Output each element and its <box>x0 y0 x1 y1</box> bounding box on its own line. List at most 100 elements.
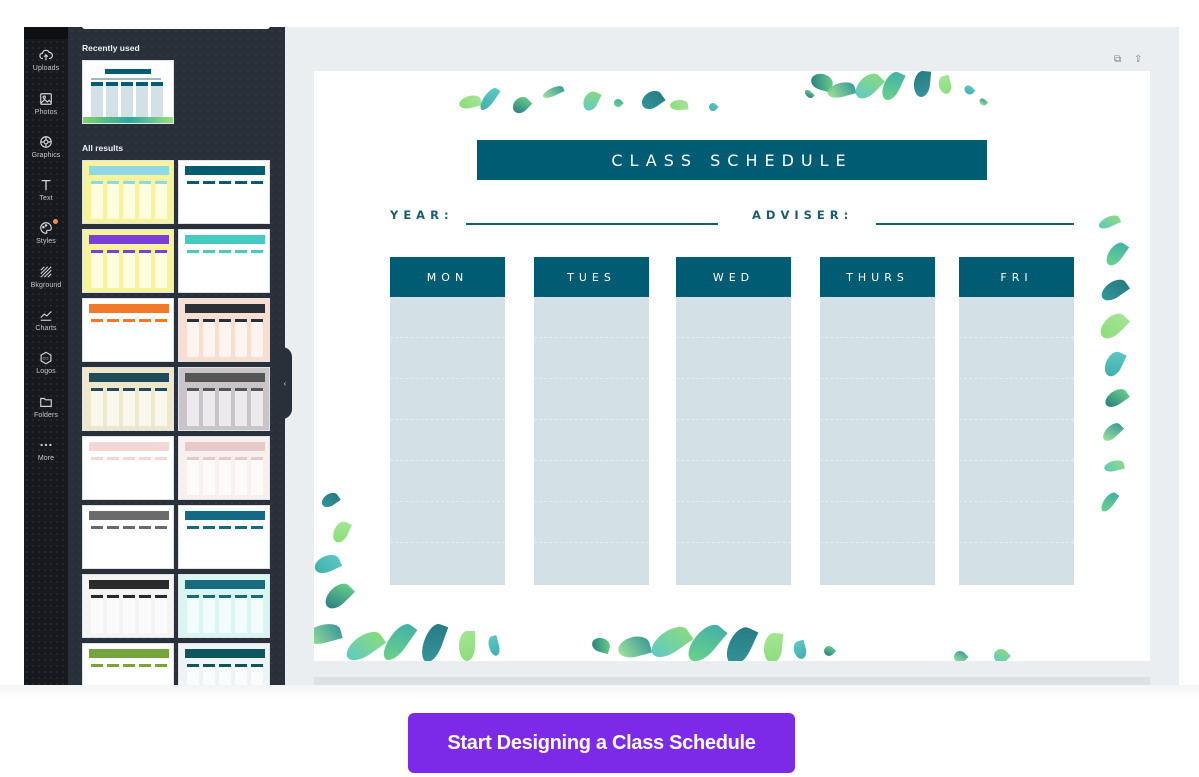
add-page-icon[interactable]: ⇪ <box>1134 54 1142 65</box>
schedule-cell[interactable] <box>390 297 505 338</box>
template-thumb[interactable] <box>82 298 174 362</box>
design-page[interactable]: CLASS SCHEDULE YEAR: ADVISER: MON TUES WED… <box>314 71 1150 661</box>
rail-item-text[interactable]: Text <box>24 176 68 216</box>
schedule-cell[interactable] <box>676 297 791 338</box>
leaf-shape <box>1102 239 1130 269</box>
adviser-field-line[interactable] <box>876 223 1074 225</box>
rail-item-background[interactable]: Bkground <box>24 263 68 303</box>
thumb-column <box>251 457 263 495</box>
schedule-cell[interactable] <box>820 543 935 584</box>
template-thumb[interactable] <box>178 160 270 224</box>
chevron-left-icon: ‹ <box>283 378 287 388</box>
new-badge <box>53 219 58 224</box>
template-thumb[interactable] <box>178 574 270 638</box>
schedule-cell[interactable] <box>534 338 649 379</box>
collapse-panel-button[interactable]: ‹ <box>278 347 292 419</box>
schedule-cell[interactable] <box>820 338 935 379</box>
rail-item-uploads[interactable]: Uploads <box>24 46 68 86</box>
schedule-cell[interactable] <box>534 297 649 338</box>
leaf-shape <box>477 85 501 113</box>
template-thumb[interactable] <box>82 229 174 293</box>
schedule-cell[interactable] <box>534 543 649 584</box>
schedule-cell[interactable] <box>959 461 1074 502</box>
schedule-cell[interactable] <box>820 379 935 420</box>
template-search-input[interactable] <box>82 27 270 29</box>
schedule-cell[interactable] <box>959 297 1074 338</box>
svg-text:CO.: CO. <box>43 356 50 361</box>
thumb-column <box>203 388 215 426</box>
rail-label: Logos <box>36 368 56 375</box>
recent-template-thumb[interactable] <box>82 60 174 124</box>
schedule-cell[interactable] <box>676 543 791 584</box>
template-thumb[interactable] <box>82 367 174 431</box>
schedule-cell[interactable] <box>534 420 649 461</box>
schedule-cell[interactable] <box>959 379 1074 420</box>
schedule-cell[interactable] <box>820 461 935 502</box>
schedule-cell[interactable] <box>534 502 649 543</box>
thumb-column <box>251 319 263 357</box>
template-thumb[interactable] <box>178 229 270 293</box>
thumb-column <box>155 595 167 633</box>
thumb-column <box>251 250 263 288</box>
thumb-column <box>219 457 231 495</box>
schedule-cell[interactable] <box>676 461 791 502</box>
thumb-column <box>91 388 103 426</box>
template-thumb[interactable] <box>82 436 174 500</box>
schedule-cell[interactable] <box>390 461 505 502</box>
schedule-cell[interactable] <box>676 502 791 543</box>
year-field-line[interactable] <box>466 223 718 225</box>
schedule-cell[interactable] <box>820 297 935 338</box>
rail-item-more[interactable]: More <box>24 436 68 476</box>
template-thumb[interactable] <box>82 160 174 224</box>
schedule-cell[interactable] <box>820 420 935 461</box>
shapes-icon <box>40 136 52 148</box>
schedule-cell[interactable] <box>390 502 505 543</box>
template-thumb[interactable] <box>82 505 174 569</box>
template-thumb[interactable] <box>178 298 270 362</box>
schedule-cell[interactable] <box>959 543 1074 584</box>
rail-item-folders[interactable]: Folders <box>24 393 68 433</box>
leaf-shape <box>314 551 343 577</box>
schedule-cell[interactable] <box>390 338 505 379</box>
duplicate-page-icon[interactable]: ⧉ <box>1114 54 1121 65</box>
schedule-cell[interactable] <box>390 543 505 584</box>
thumb-header <box>89 511 169 520</box>
schedule-cell[interactable] <box>959 338 1074 379</box>
day-column-wed: WED <box>676 257 791 587</box>
schedule-cell[interactable] <box>676 420 791 461</box>
template-thumb[interactable] <box>82 574 174 638</box>
schedule-cell[interactable] <box>820 502 935 543</box>
thumb-header <box>185 166 265 175</box>
schedule-cell[interactable] <box>959 420 1074 461</box>
schedule-cell[interactable] <box>959 502 1074 543</box>
template-thumb[interactable] <box>178 505 270 569</box>
adviser-label: ADVISER: <box>752 208 854 222</box>
template-thumb[interactable] <box>178 436 270 500</box>
thumb-column <box>187 181 199 219</box>
thumb-column <box>203 457 215 495</box>
rail-item-logos[interactable]: CO. Logos <box>24 349 68 389</box>
thumb-column <box>91 181 103 219</box>
schedule-cell[interactable] <box>390 420 505 461</box>
schedule-cell[interactable] <box>534 461 649 502</box>
rail-item-photos[interactable]: Photos <box>24 90 68 130</box>
leaf-shape <box>459 631 475 661</box>
thumb-header <box>185 235 265 244</box>
thumb-column <box>139 595 151 633</box>
template-thumb[interactable] <box>178 367 270 431</box>
thumb-header <box>89 649 169 658</box>
schedule-cell[interactable] <box>676 338 791 379</box>
schedule-cell[interactable] <box>390 379 505 420</box>
day-label: MON <box>426 270 469 284</box>
thumb-column <box>235 457 247 495</box>
schedule-cell[interactable] <box>676 379 791 420</box>
schedule-cell[interactable] <box>534 379 649 420</box>
leaf-shape <box>1096 309 1130 343</box>
rail-item-graphics[interactable]: Graphics <box>24 133 68 173</box>
logo-icon: CO. <box>40 351 52 365</box>
rail-top-item[interactable] <box>24 27 68 39</box>
rail-item-styles[interactable]: Styles <box>24 219 68 259</box>
thumb-header <box>89 304 169 313</box>
rail-item-charts[interactable]: Charts <box>24 306 68 346</box>
start-designing-button[interactable]: Start Designing a Class Schedule <box>408 713 795 773</box>
